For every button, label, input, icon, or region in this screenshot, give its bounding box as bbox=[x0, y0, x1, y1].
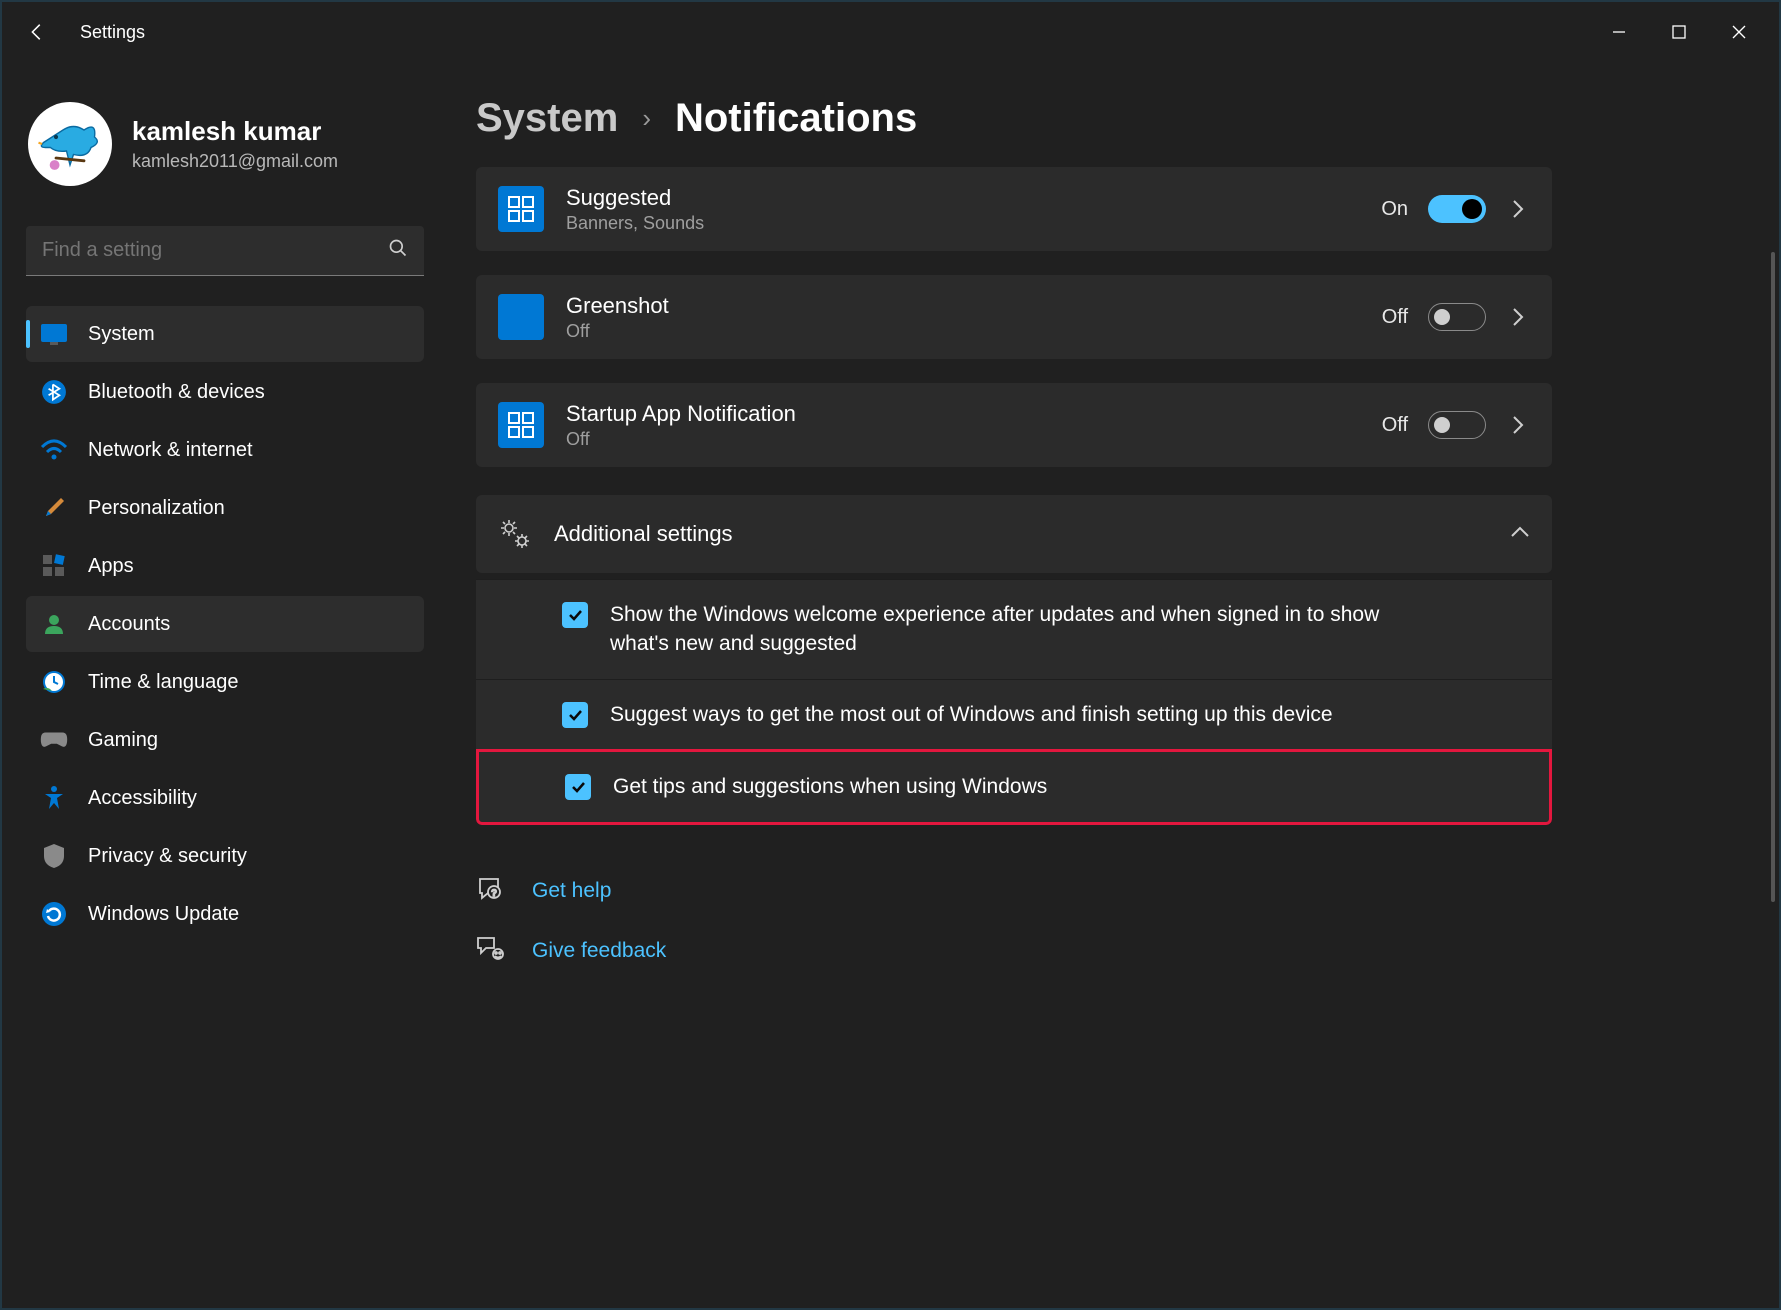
checkbox[interactable] bbox=[562, 602, 588, 628]
sidebar-item-privacy[interactable]: Privacy & security bbox=[26, 828, 424, 884]
checkbox-row-tips[interactable]: Get tips and suggestions when using Wind… bbox=[476, 749, 1552, 824]
toggle-state-label: On bbox=[1381, 198, 1408, 221]
sidebar-item-label: Network & internet bbox=[88, 439, 253, 462]
sidebar-item-label: Privacy & security bbox=[88, 845, 247, 868]
sidebar-item-system[interactable]: System bbox=[26, 306, 424, 362]
user-name: kamlesh kumar bbox=[132, 116, 338, 147]
tiles-icon bbox=[498, 186, 544, 232]
square-icon bbox=[498, 294, 544, 340]
sidebar-item-personalization[interactable]: Personalization bbox=[26, 480, 424, 536]
checkbox-row-suggest[interactable]: Suggest ways to get the most out of Wind… bbox=[476, 679, 1552, 749]
feedback-link[interactable]: Give feedback bbox=[476, 936, 1739, 967]
toggle-switch[interactable] bbox=[1428, 411, 1486, 439]
apps-icon bbox=[40, 552, 68, 580]
tiles-icon bbox=[498, 402, 544, 448]
shield-icon bbox=[40, 842, 68, 870]
checkbox-row-welcome[interactable]: Show the Windows welcome experience afte… bbox=[476, 579, 1552, 679]
sidebar-item-apps[interactable]: Apps bbox=[26, 538, 424, 594]
svg-text:?: ? bbox=[491, 888, 496, 898]
app-sub: Off bbox=[566, 429, 796, 450]
brush-icon bbox=[40, 494, 68, 522]
app-notification-row-suggested[interactable]: Suggested Banners, Sounds On bbox=[476, 167, 1552, 251]
user-profile[interactable]: kamlesh kumar kamlesh2011@gmail.com bbox=[18, 72, 426, 216]
toggle-state-label: Off bbox=[1382, 306, 1408, 329]
sidebar-item-accessibility[interactable]: Accessibility bbox=[26, 770, 424, 826]
window-title: Settings bbox=[80, 22, 145, 43]
bluetooth-icon bbox=[40, 378, 68, 406]
maximize-button[interactable] bbox=[1649, 8, 1709, 56]
accessibility-icon bbox=[40, 784, 68, 812]
main-content: System › Notifications Suggested Banners… bbox=[436, 62, 1779, 1308]
feedback-icon bbox=[476, 936, 506, 967]
app-notification-row-greenshot[interactable]: Greenshot Off Off bbox=[476, 275, 1552, 359]
sidebar-item-label: Accessibility bbox=[88, 787, 197, 810]
additional-settings-expander[interactable]: Additional settings bbox=[476, 495, 1552, 573]
checkbox[interactable] bbox=[562, 702, 588, 728]
help-link-text[interactable]: Get help bbox=[532, 879, 611, 903]
app-name: Suggested bbox=[566, 185, 704, 211]
chevron-right-icon: › bbox=[642, 103, 651, 134]
sidebar-item-label: Bluetooth & devices bbox=[88, 381, 265, 404]
app-notification-row-startup[interactable]: Startup App Notification Off Off bbox=[476, 383, 1552, 467]
chevron-right-icon bbox=[1506, 197, 1530, 221]
gamepad-icon bbox=[40, 726, 68, 754]
sidebar-item-label: Gaming bbox=[88, 729, 158, 752]
minimize-button[interactable] bbox=[1589, 8, 1649, 56]
checkbox-label: Show the Windows welcome experience afte… bbox=[610, 600, 1430, 659]
search-box[interactable] bbox=[26, 226, 424, 276]
sidebar-item-label: Windows Update bbox=[88, 903, 239, 926]
search-input[interactable] bbox=[42, 239, 388, 262]
app-sub: Banners, Sounds bbox=[566, 213, 704, 234]
display-icon bbox=[40, 320, 68, 348]
get-help-link[interactable]: ? Get help bbox=[476, 875, 1739, 908]
checkbox-label: Get tips and suggestions when using Wind… bbox=[613, 772, 1047, 801]
toggle-switch[interactable] bbox=[1428, 303, 1486, 331]
scrollbar[interactable] bbox=[1771, 252, 1775, 902]
app-name: Startup App Notification bbox=[566, 401, 796, 427]
breadcrumb: System › Notifications bbox=[476, 82, 1739, 167]
nav-list: System Bluetooth & devices Network & int… bbox=[26, 306, 424, 942]
sidebar-item-label: Apps bbox=[88, 555, 134, 578]
clock-icon bbox=[40, 668, 68, 696]
close-button[interactable] bbox=[1709, 8, 1769, 56]
breadcrumb-parent[interactable]: System bbox=[476, 96, 618, 141]
search-icon bbox=[388, 238, 408, 263]
checkbox-label: Suggest ways to get the most out of Wind… bbox=[610, 700, 1333, 729]
chevron-up-icon bbox=[1510, 525, 1530, 543]
sidebar: kamlesh kumar kamlesh2011@gmail.com Syst… bbox=[2, 62, 436, 1308]
person-icon bbox=[40, 610, 68, 638]
sidebar-item-time[interactable]: Time & language bbox=[26, 654, 424, 710]
update-icon bbox=[40, 900, 68, 928]
breadcrumb-current: Notifications bbox=[675, 96, 917, 141]
app-sub: Off bbox=[566, 321, 669, 342]
chevron-right-icon bbox=[1506, 305, 1530, 329]
sidebar-item-gaming[interactable]: Gaming bbox=[26, 712, 424, 768]
sidebar-item-accounts[interactable]: Accounts bbox=[26, 596, 424, 652]
expander-title: Additional settings bbox=[554, 521, 733, 547]
gears-icon bbox=[498, 517, 532, 551]
app-name: Greenshot bbox=[566, 293, 669, 319]
titlebar: Settings bbox=[2, 2, 1779, 62]
toggle-switch[interactable] bbox=[1428, 195, 1486, 223]
back-button[interactable] bbox=[12, 7, 62, 57]
sidebar-item-network[interactable]: Network & internet bbox=[26, 422, 424, 478]
help-icon: ? bbox=[476, 875, 506, 908]
sidebar-item-label: Time & language bbox=[88, 671, 238, 694]
feedback-link-text[interactable]: Give feedback bbox=[532, 939, 666, 963]
toggle-state-label: Off bbox=[1382, 414, 1408, 437]
wifi-icon bbox=[40, 436, 68, 464]
sidebar-item-bluetooth[interactable]: Bluetooth & devices bbox=[26, 364, 424, 420]
chevron-right-icon bbox=[1506, 413, 1530, 437]
sidebar-item-label: System bbox=[88, 323, 155, 346]
sidebar-item-label: Personalization bbox=[88, 497, 225, 520]
checkbox[interactable] bbox=[565, 774, 591, 800]
user-email: kamlesh2011@gmail.com bbox=[132, 151, 338, 172]
avatar bbox=[28, 102, 112, 186]
sidebar-item-label: Accounts bbox=[88, 613, 170, 636]
sidebar-item-update[interactable]: Windows Update bbox=[26, 886, 424, 942]
